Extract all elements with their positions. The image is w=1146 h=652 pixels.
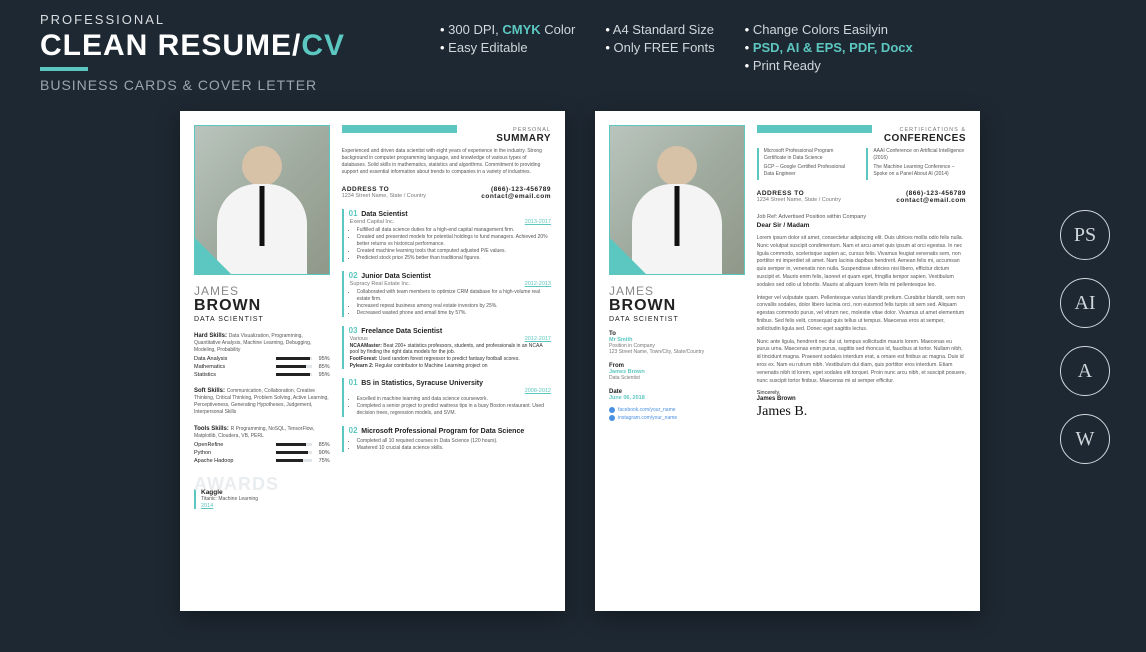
feature-dpi: 300 DPI, CMYK Color: [440, 22, 575, 37]
hard-bars: Data Analysis95% Mathematics85% Statistics…: [194, 356, 330, 378]
name-block: JAMES BROWN DATA SCIENTIST: [609, 285, 745, 323]
instagram-icon: [609, 415, 615, 421]
summary-text: Experienced and driven data scientist wi…: [342, 148, 551, 176]
feature-col-1: 300 DPI, CMYK Color Easy Editable: [440, 22, 575, 76]
profile-photo: [194, 125, 330, 275]
role: DATA SCIENTIST: [194, 316, 330, 323]
skill-bar: OpenRefine85%: [194, 442, 330, 448]
profile-photo: [609, 125, 745, 275]
feature-formats: PSD, AI & EPS, PDF, Docx: [745, 40, 913, 55]
feature-editable: Easy Editable: [440, 40, 575, 55]
accent-bar: [40, 67, 88, 71]
social-links: facebook.com/your_name instagram.com/you…: [609, 407, 745, 421]
main-title: CLEAN RESUME/CV: [40, 29, 440, 63]
experience-item: 02 Junior Data ScientistSupracy Real Est…: [342, 271, 551, 317]
resume-left-col: JAMES BROWN DATA SCIENTIST Hard Skills: …: [194, 125, 330, 597]
promo-header: PROFESSIONAL CLEAN RESUME/CV BUSINESS CA…: [0, 0, 1146, 103]
word-icon: W: [1060, 414, 1110, 464]
skill-bar: Python90%: [194, 450, 330, 456]
title-cv: CV: [301, 29, 345, 62]
cover-left-col: JAMES BROWN DATA SCIENTIST To Mr Smith P…: [609, 125, 745, 597]
contact-row: ADDRESS TO 1234 Street Name, State / Cou…: [342, 186, 551, 200]
tool-skills: Tools Skills: R Programming, NoSQL, Tens…: [194, 426, 330, 464]
title-main: CLEAN RESUME/: [40, 29, 301, 62]
feature-fonts: Only FREE Fonts: [605, 40, 714, 55]
list-item: GCP – Google Certified Professional Data…: [764, 164, 857, 178]
title-block: PROFESSIONAL CLEAN RESUME/CV BUSINESS CA…: [40, 12, 440, 93]
experience-item: 03 Freelance Data ScientistVarious2012-2…: [342, 326, 551, 369]
subtitle: BUSINESS CARDS & COVER LETTER: [40, 77, 440, 93]
format-icon-sidebar: PS AI A W: [1060, 210, 1110, 464]
feature-col-2: A4 Standard Size Only FREE Fonts: [605, 22, 714, 76]
acrobat-icon: A: [1060, 346, 1110, 396]
cover-paragraph: Integer vel vulputate quam. Pellentesque…: [757, 295, 966, 334]
page-previews: JAMES BROWN DATA SCIENTIST Hard Skills: …: [0, 103, 1146, 611]
cover-paragraph: Nunc ante ligula, hendrerit nec dui ut, …: [757, 339, 966, 386]
experience-item: 02 Microsoft Professional Program for Da…: [342, 426, 551, 452]
skill-bar: Data Analysis95%: [194, 356, 330, 362]
first-name: JAMES: [194, 285, 330, 297]
job-ref: Job Ref: Advertised Position within Comp…: [757, 214, 966, 220]
photoshop-icon: PS: [1060, 210, 1110, 260]
hard-skills: Hard Skills: Data Visualization, Program…: [194, 333, 330, 378]
cover-body: Lorem ipsum dolor sit amet, consectetur …: [757, 235, 966, 385]
salutation: Dear Sir / Madam: [757, 222, 966, 229]
feature-colors: Change Colors Easilyin: [745, 22, 913, 37]
last-name: BROWN: [194, 297, 330, 315]
list-item: AAAI Conference on Artificial Intelligen…: [873, 148, 966, 162]
resume-page: JAMES BROWN DATA SCIENTIST Hard Skills: …: [180, 111, 565, 611]
cover-letter-page: JAMES BROWN DATA SCIENTIST To Mr Smith P…: [595, 111, 980, 611]
eyebrow: PROFESSIONAL: [40, 12, 440, 27]
resume-right-col: PERSONAL SUMMARY Experienced and driven …: [342, 125, 551, 597]
signature: James B.: [757, 404, 966, 420]
experience-item: 01 BS in Statistics, Syracuse University…: [342, 378, 551, 417]
list-item: Microsoft Professional Program Certifica…: [764, 148, 857, 162]
soft-skills: Soft Skills: Communication, Collaboratio…: [194, 388, 330, 416]
cover-right-col: CERTIFICATIONS & CONFERENCES Microsoft P…: [757, 125, 966, 597]
feature-col-3: Change Colors Easilyin PSD, AI & EPS, PD…: [745, 22, 913, 76]
awards: AWARDS Kaggle Titanic: Machine Learning …: [194, 474, 330, 509]
name-block: JAMES BROWN DATA SCIENTIST: [194, 285, 330, 323]
section-title: PERSONAL SUMMARY: [342, 127, 551, 144]
contact-row: ADDRESS TO 1234 Street Name, State / Cou…: [757, 190, 966, 204]
experience-list: 01 Data ScientistExend Capital Inc.2013-…: [342, 209, 551, 452]
feature-a4: A4 Standard Size: [605, 22, 714, 37]
certs-list: Microsoft Professional Program Certifica…: [757, 148, 966, 180]
illustrator-icon: AI: [1060, 278, 1110, 328]
cover-paragraph: Lorem ipsum dolor sit amet, consectetur …: [757, 235, 966, 290]
features-list: 300 DPI, CMYK Color Easy Editable A4 Sta…: [440, 12, 1106, 76]
skill-bar: Statistics95%: [194, 372, 330, 378]
list-item: The Machine Learning Conference – Spoke …: [873, 164, 966, 178]
experience-item: 01 Data ScientistExend Capital Inc.2013-…: [342, 209, 551, 262]
feature-print: Print Ready: [745, 58, 913, 73]
skill-bar: Apache Hadoop75%: [194, 458, 330, 464]
tool-bars: OpenRefine85% Python90% Apache Hadoop75%: [194, 442, 330, 464]
skill-bar: Mathematics85%: [194, 364, 330, 370]
facebook-icon: [609, 407, 615, 413]
